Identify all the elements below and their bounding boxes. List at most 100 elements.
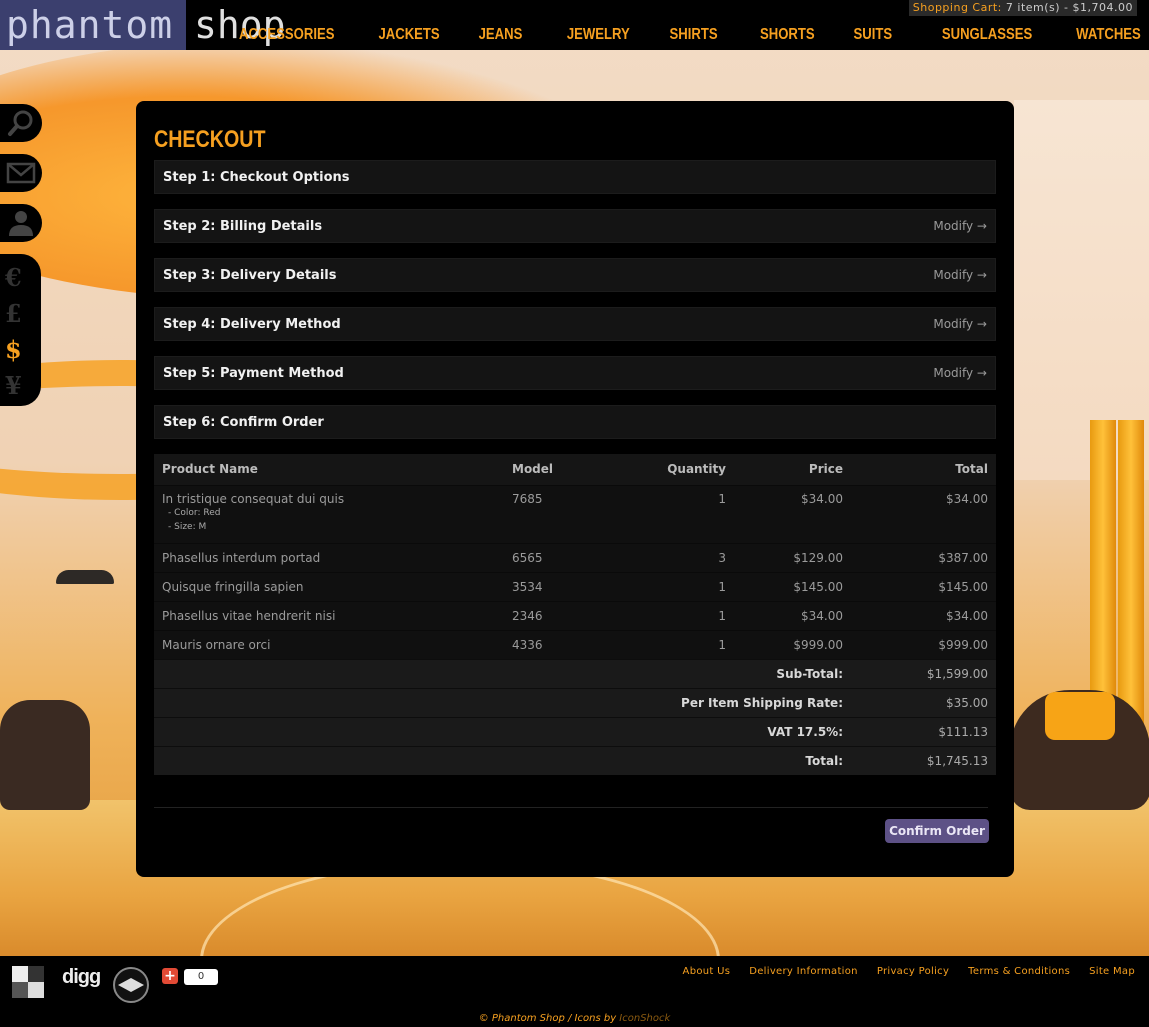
table-row: Mauris ornare orci 4336 1 $999.00 $999.0… xyxy=(154,629,996,659)
table-header-row: Product Name Model Quantity Price Total xyxy=(154,454,996,485)
currency-dollar[interactable]: $ xyxy=(0,332,41,368)
product-total: $34.00 xyxy=(851,600,996,630)
product-model: 4336 xyxy=(504,629,594,659)
nav-watches[interactable]: WATCHES xyxy=(1076,26,1141,44)
modify-link[interactable]: Modify → xyxy=(933,268,987,282)
cart-summary-text: 7 item(s) - $1,704.00 xyxy=(1005,1,1133,14)
footer-link-terms[interactable]: Terms & Conditions xyxy=(968,966,1070,977)
totals-value: $111.13 xyxy=(851,716,996,746)
totals-label: VAT 17.5%: xyxy=(154,716,851,746)
site-header: phantom shop Shopping Cart: 7 item(s) - … xyxy=(0,0,1149,50)
step-payment-method: Step 5: Payment Method Modify → xyxy=(154,356,996,390)
checkout-panel: CHECKOUT Step 1: Checkout Options Step 2… xyxy=(136,101,1014,877)
currency-euro[interactable]: € xyxy=(0,260,41,296)
category-nav: ACCESSORIES JACKETS JEANS JEWELRY SHIRTS… xyxy=(188,26,1141,44)
modify-link[interactable]: Modify → xyxy=(933,219,987,233)
product-qty: 1 xyxy=(594,484,734,543)
subtotal-row: Sub-Total: $1,599.00 xyxy=(154,658,996,688)
step-delivery-method: Step 4: Delivery Method Modify → xyxy=(154,307,996,341)
digg-icon[interactable]: digg xyxy=(62,966,101,989)
product-total: $999.00 xyxy=(851,629,996,659)
col-price: Price xyxy=(734,454,851,485)
delicious-icon[interactable] xyxy=(12,966,44,1001)
product-name-link[interactable]: In tristique consequat dui quis xyxy=(162,492,496,506)
col-product-name: Product Name xyxy=(154,454,504,485)
step-checkout-options[interactable]: Step 1: Checkout Options xyxy=(154,160,996,194)
product-price: $129.00 xyxy=(734,542,851,572)
footer-link-delivery[interactable]: Delivery Information xyxy=(749,966,858,977)
product-model: 2346 xyxy=(504,600,594,630)
nav-jewelry[interactable]: JEWELRY xyxy=(567,26,630,44)
currency-switcher: € £ $ ¥ xyxy=(0,254,41,406)
nav-suits[interactable]: SUITS xyxy=(853,26,892,44)
nav-shorts[interactable]: SHORTS xyxy=(760,26,815,44)
product-option: - Color: Red xyxy=(168,507,221,518)
modify-link[interactable]: Modify → xyxy=(933,317,987,331)
table-row: In tristique consequat dui quis - Color:… xyxy=(154,484,996,543)
col-model: Model xyxy=(504,454,594,485)
divider xyxy=(154,807,988,808)
stumbleupon-icon[interactable] xyxy=(112,966,150,1007)
totals-label: Per Item Shipping Rate: xyxy=(154,687,851,717)
product-name-link[interactable]: Phasellus vitae hendrerit nisi xyxy=(154,600,504,630)
step-confirm-order: Step 6: Confirm Order xyxy=(154,405,996,439)
table-row: Quisque fringilla sapien 3534 1 $145.00 … xyxy=(154,571,996,601)
product-qty: 3 xyxy=(594,542,734,572)
step-label: Step 2: Billing Details xyxy=(163,218,323,234)
site-footer: digg + 0 About Us Delivery Information P… xyxy=(0,956,1149,1027)
product-option: - Size: M xyxy=(168,521,207,532)
product-model: 6565 xyxy=(504,542,594,572)
currency-yen[interactable]: ¥ xyxy=(0,368,41,404)
totals-value: $1,599.00 xyxy=(851,658,996,688)
step-label: Step 5: Payment Method xyxy=(163,365,344,381)
nav-accessories[interactable]: ACCESSORIES xyxy=(239,26,335,44)
totals-label: Total: xyxy=(154,745,851,775)
nav-jeans[interactable]: JEANS xyxy=(479,26,523,44)
product-total: $145.00 xyxy=(851,571,996,601)
product-name-link[interactable]: Quisque fringilla sapien xyxy=(154,571,504,601)
product-price: $34.00 xyxy=(734,484,851,543)
product-qty: 1 xyxy=(594,629,734,659)
col-total: Total xyxy=(851,454,996,485)
grand-total-row: Total: $1,745.13 xyxy=(154,745,996,775)
step-label: Step 3: Delivery Details xyxy=(163,267,337,283)
copyright-credit[interactable]: IconShock xyxy=(619,1013,670,1024)
product-name-link[interactable]: Phasellus interdum portad xyxy=(154,542,504,572)
totals-value: $1,745.13 xyxy=(851,745,996,775)
currency-pound[interactable]: £ xyxy=(0,296,41,332)
step-label: Step 4: Delivery Method xyxy=(163,316,341,332)
step-label: Step 6: Confirm Order xyxy=(163,414,324,430)
step-label: Step 1: Checkout Options xyxy=(163,169,350,185)
account-tool[interactable] xyxy=(0,204,42,242)
totals-label: Sub-Total: xyxy=(154,658,851,688)
copyright: © Phantom Shop / Icons by IconShock xyxy=(0,1013,1149,1024)
nav-jackets[interactable]: JACKETS xyxy=(378,26,439,44)
shopping-cart-summary[interactable]: Shopping Cart: 7 item(s) - $1,704.00 xyxy=(908,0,1137,16)
search-icon xyxy=(6,108,36,138)
footer-link-privacy[interactable]: Privacy Policy xyxy=(877,966,949,977)
product-price: $145.00 xyxy=(734,571,851,601)
footer-link-sitemap[interactable]: Site Map xyxy=(1089,966,1135,977)
modify-link[interactable]: Modify → xyxy=(933,366,987,380)
nav-shirts[interactable]: SHIRTS xyxy=(670,26,718,44)
share-plus-icon[interactable]: + xyxy=(162,968,178,984)
mail-icon xyxy=(6,162,36,184)
product-model: 7685 xyxy=(504,484,594,543)
share-count: 0 xyxy=(184,969,218,985)
product-qty: 1 xyxy=(594,600,734,630)
product-model: 3534 xyxy=(504,571,594,601)
col-quantity: Quantity xyxy=(594,454,734,485)
footer-link-about[interactable]: About Us xyxy=(683,966,731,977)
product-name-link[interactable]: Mauris ornare orci xyxy=(154,629,504,659)
product-qty: 1 xyxy=(594,571,734,601)
cart-label: Shopping Cart: xyxy=(912,1,1002,14)
footer-links: About Us Delivery Information Privacy Po… xyxy=(664,966,1135,977)
confirm-order-button[interactable]: Confirm Order xyxy=(885,819,989,843)
product-total: $387.00 xyxy=(851,542,996,572)
mail-tool[interactable] xyxy=(0,154,42,192)
shipping-row: Per Item Shipping Rate: $35.00 xyxy=(154,687,996,717)
step-billing-details: Step 2: Billing Details Modify → xyxy=(154,209,996,243)
search-tool[interactable] xyxy=(0,104,42,142)
nav-sunglasses[interactable]: SUNGLASSES xyxy=(942,26,1032,44)
copyright-text: © Phantom Shop / Icons by xyxy=(478,1013,620,1024)
